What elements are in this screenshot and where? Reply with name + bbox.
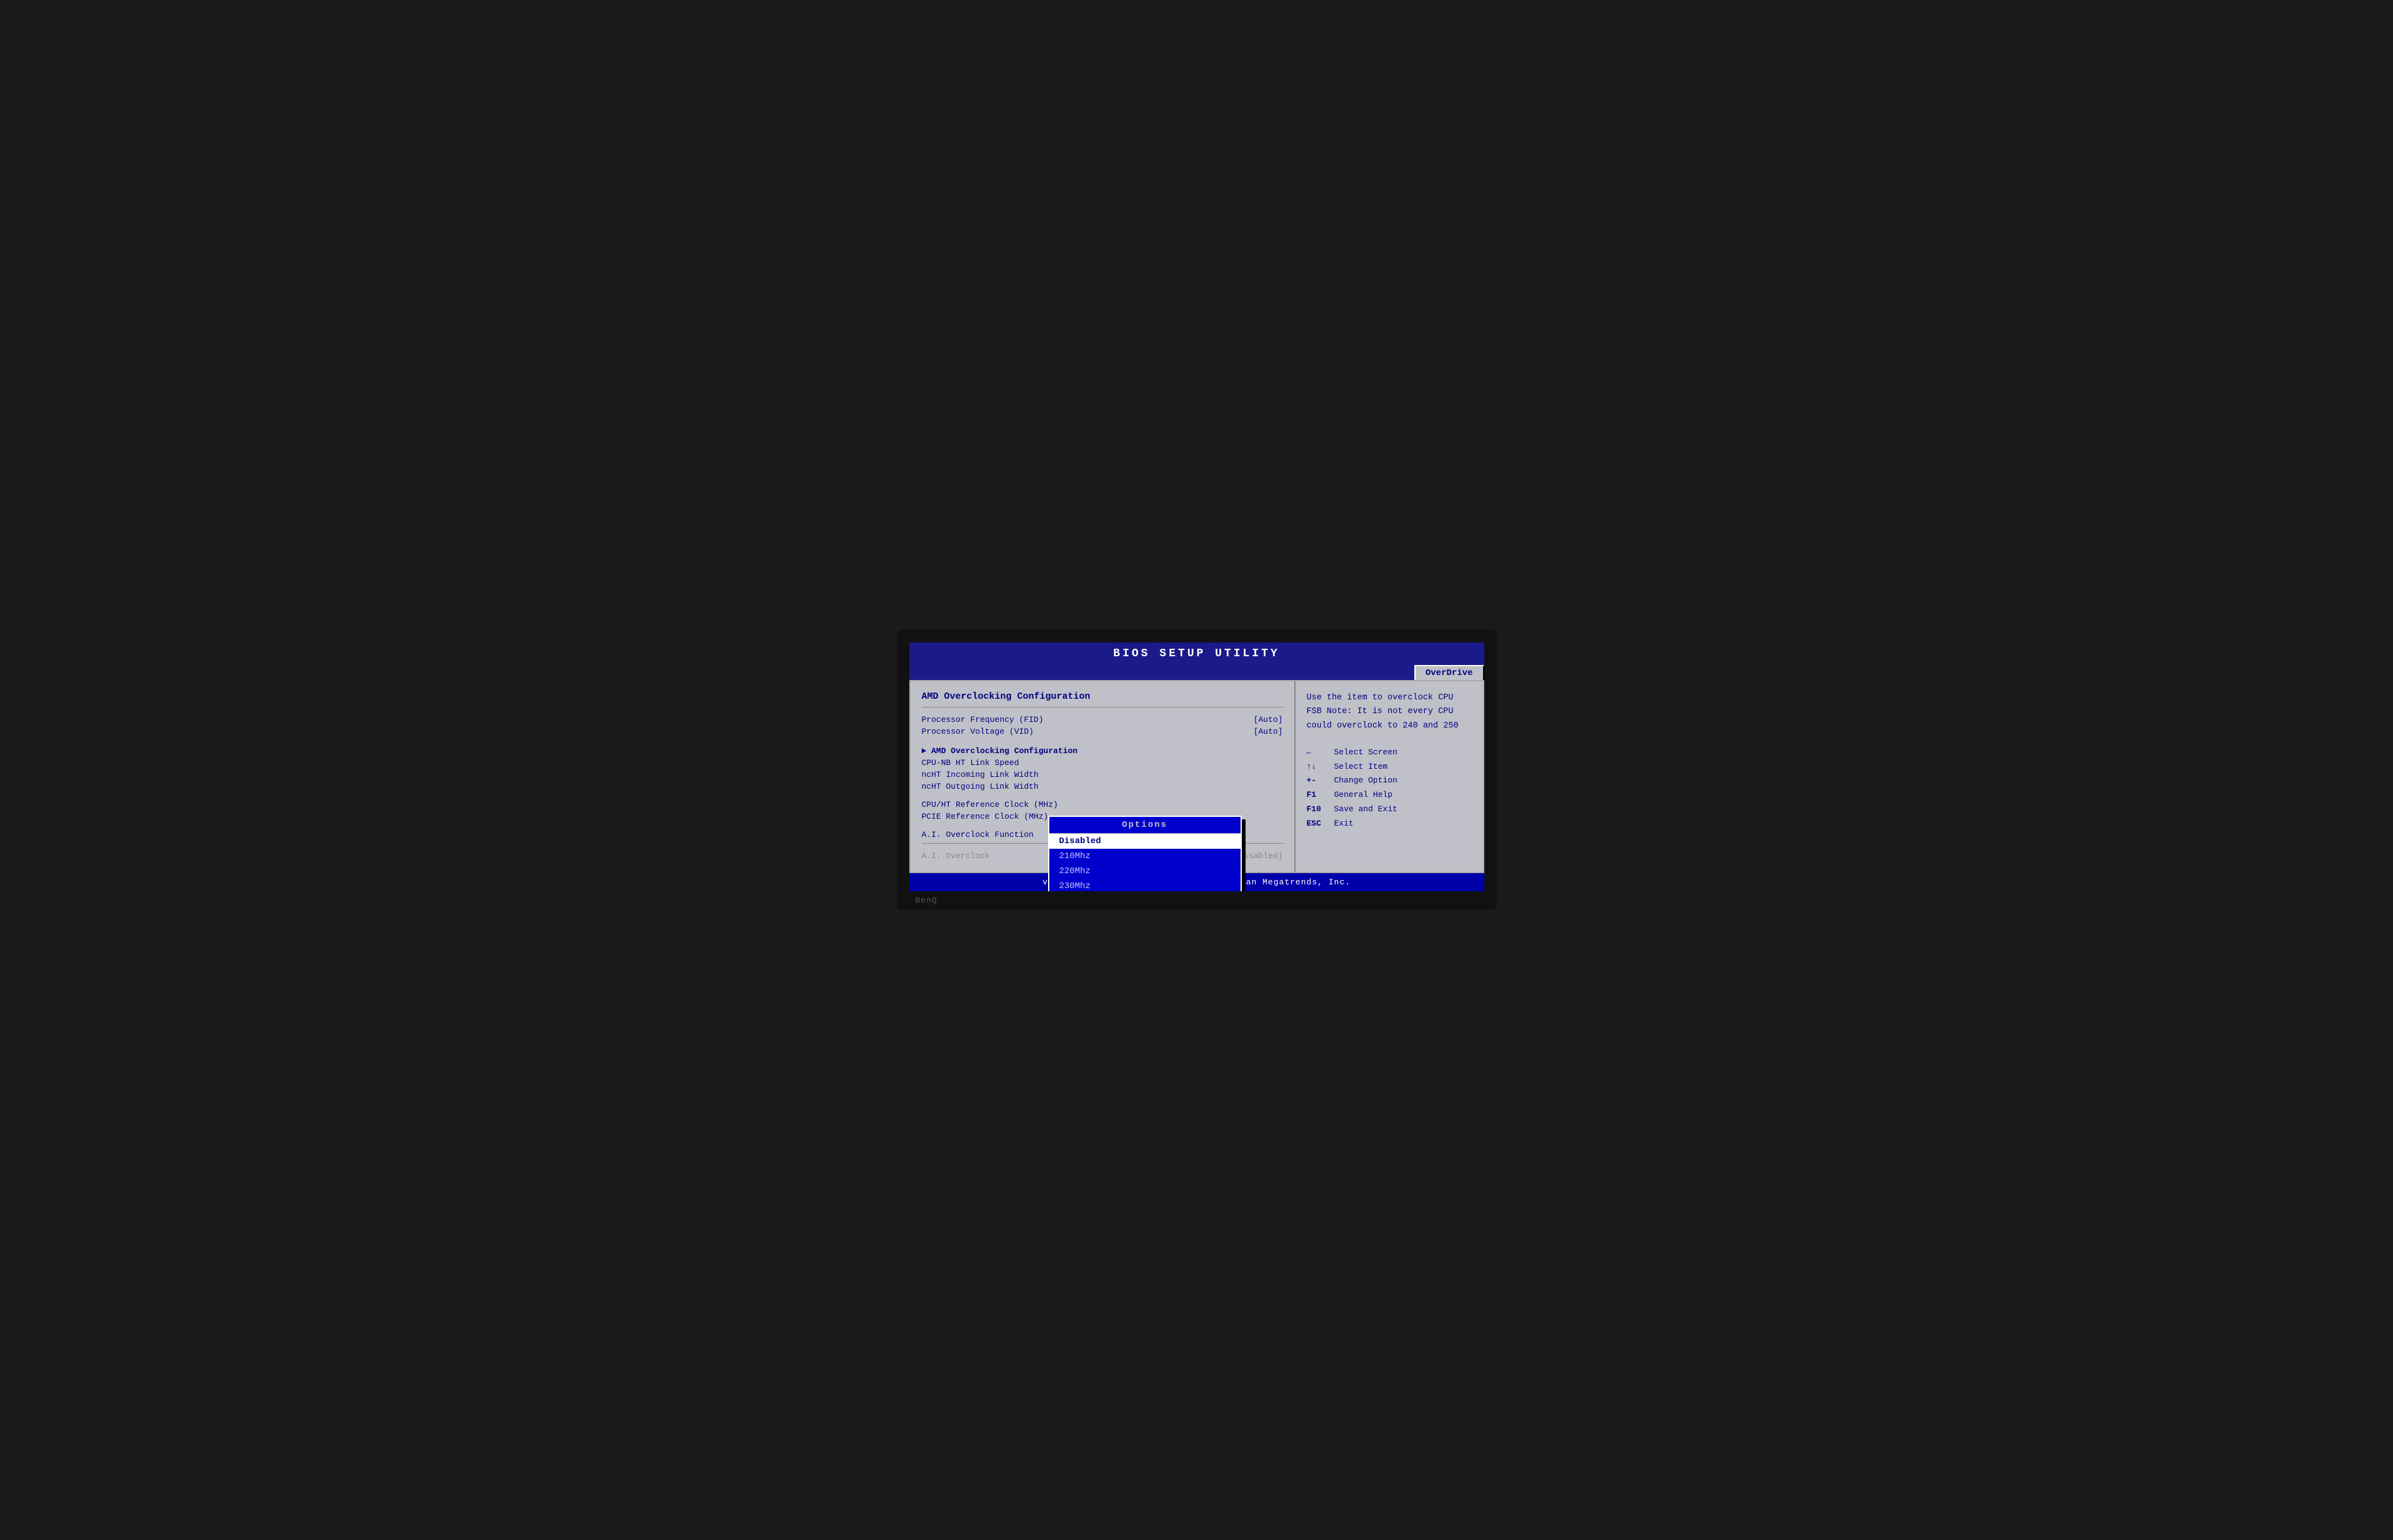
menu-item-fid[interactable]: Processor Frequency (FID) [Auto] — [922, 714, 1283, 726]
bios-title: BIOS SETUP UTILITY — [909, 642, 1484, 665]
vid-value: [Auto] — [1254, 727, 1283, 736]
arrow-item[interactable]: ► AMD Overclocking Configuration — [922, 744, 1283, 757]
key-plusminus-desc: Change Option — [1334, 774, 1397, 788]
divider — [922, 707, 1283, 708]
menu-item-vid[interactable]: Processor Voltage (VID) [Auto] — [922, 726, 1283, 738]
fid-label: Processor Frequency (FID) — [922, 715, 1044, 724]
pcie-ref-label: PCIE Reference Clock (MHz) — [922, 812, 1049, 821]
cpu-nb-label: CPU-NB HT Link Speed — [922, 758, 1019, 768]
option-220mhz[interactable]: 220Mhz — [1049, 864, 1241, 879]
key-help: ← Select Screen ↑↓ Select Item +- Change… — [1307, 746, 1472, 831]
key-left: ← — [1307, 746, 1329, 759]
key-row-f10: F10 Save and Exit — [1307, 802, 1472, 817]
ai-oc-label: A.I. Overclock — [922, 851, 990, 861]
main-area: AMD Overclocking Configuration Processor… — [909, 680, 1484, 873]
tab-bar: OverDrive — [909, 665, 1484, 680]
key-updown-desc: Select Item — [1334, 761, 1388, 774]
key-row-esc: ESC Exit — [1307, 817, 1472, 831]
left-panel: AMD Overclocking Configuration Processor… — [911, 681, 1296, 872]
fid-value: [Auto] — [1254, 715, 1283, 724]
key-row-f1: F1 General Help — [1307, 788, 1472, 802]
tab-overdrive[interactable]: OverDrive — [1414, 665, 1484, 680]
ai-func-label: A.I. Overclock Function — [922, 830, 1034, 839]
key-plusminus: +- — [1307, 774, 1329, 788]
bios-screen: BIOS SETUP UTILITY OverDrive AMD Overclo… — [909, 642, 1484, 891]
cpu-ref-label: CPU/HT Reference Clock (MHz) — [922, 800, 1058, 809]
key-f1-desc: General Help — [1334, 789, 1393, 802]
option-disabled[interactable]: Disabled — [1049, 834, 1241, 849]
ncht-in-label: ncHT Incoming Link Width — [922, 770, 1039, 779]
key-row-item: ↑↓ Select Item — [1307, 760, 1472, 774]
menu-item-cpu-nb[interactable]: CPU-NB HT Link Speed — [922, 757, 1283, 769]
menu-item-ncht-out[interactable]: ncHT Outgoing Link Width — [922, 781, 1283, 792]
key-left-desc: Select Screen — [1334, 746, 1397, 759]
options-popup: Options Disabled 210Mhz 220Mhz 230Mhz 24… — [1048, 816, 1242, 891]
option-230mhz[interactable]: 230Mhz — [1049, 879, 1241, 891]
key-esc: ESC — [1307, 818, 1329, 831]
option-210mhz[interactable]: 210Mhz — [1049, 849, 1241, 864]
monitor-brand: BenQ — [916, 896, 937, 905]
key-f1: F1 — [1307, 789, 1329, 802]
options-title: Options — [1049, 817, 1241, 834]
key-row-change: +- Change Option — [1307, 774, 1472, 788]
menu-item-ncht-in[interactable]: ncHT Incoming Link Width — [922, 769, 1283, 781]
monitor: HDMI BIOS SETUP UTILITY OverDrive AMD Ov… — [897, 630, 1497, 910]
ncht-out-label: ncHT Outgoing Link Width — [922, 782, 1039, 791]
key-row-screen: ← Select Screen — [1307, 746, 1472, 760]
key-updown: ↑↓ — [1307, 761, 1329, 774]
help-text: Use the item to overclock CPU FSB Note: … — [1307, 691, 1472, 733]
menu-item-cpu-ref[interactable]: CPU/HT Reference Clock (MHz) — [922, 799, 1283, 811]
key-f10: F10 — [1307, 803, 1329, 816]
key-esc-desc: Exit — [1334, 818, 1354, 831]
right-panel: Use the item to overclock CPU FSB Note: … — [1296, 681, 1483, 872]
section-title: AMD Overclocking Configuration — [922, 691, 1283, 702]
key-f10-desc: Save and Exit — [1334, 803, 1397, 816]
vid-label: Processor Voltage (VID) — [922, 727, 1034, 736]
